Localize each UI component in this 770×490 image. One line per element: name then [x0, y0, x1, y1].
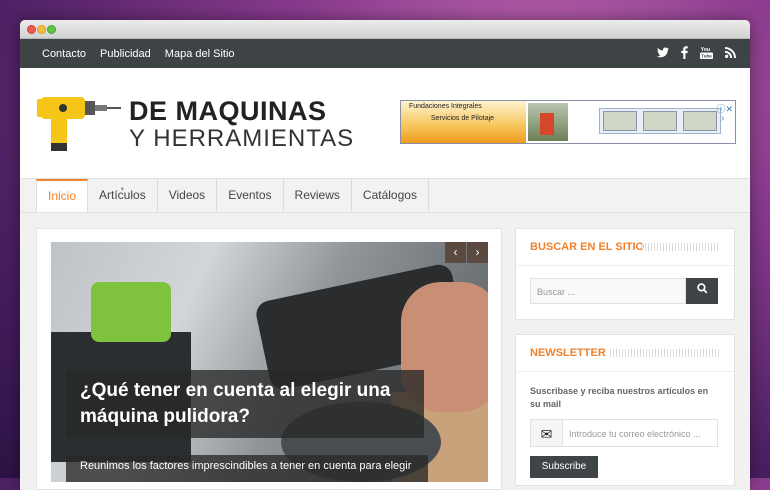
contacto-link[interactable]: Contacto [42, 48, 86, 60]
slide-image-part [91, 282, 171, 342]
search-input[interactable]: Buscar ... [530, 278, 686, 304]
nav-item-articulos[interactable]: Artículos ▼ [88, 179, 158, 212]
slider-controls: ‹ › [445, 242, 488, 263]
slider-prev-button[interactable]: ‹ [445, 242, 466, 263]
newsletter-form: ✉ Introduce tu correo electrónico ... [530, 419, 718, 447]
nav-item-reviews[interactable]: Reviews [284, 179, 352, 212]
window-chrome [20, 20, 750, 39]
widget-header: BUSCAR EN EL SITIO [516, 229, 734, 266]
search-button[interactable] [686, 278, 718, 304]
sitemap-link[interactable]: Mapa del Sitio [165, 48, 235, 60]
ad-thumbnail[interactable] [643, 111, 677, 131]
maximize-window-button[interactable] [47, 25, 56, 34]
browser-window: Contacto Publicidad Mapa del Sitio You Tu… [20, 20, 750, 490]
newsletter-text: Suscribase y reciba nuestros artículos e… [530, 386, 709, 409]
site-header: DE MAQUINAS Y HERRAMIENTAS Fundaciones I… [20, 68, 750, 178]
search-widget: BUSCAR EN EL SITIO Buscar ... [515, 228, 735, 320]
search-icon [696, 283, 707, 294]
ad-background: Fundaciones Integrales Servicios de Pilo… [401, 101, 526, 143]
ad-close-icon[interactable]: ⓘ✕ [716, 102, 733, 115]
close-window-button[interactable] [27, 25, 36, 34]
ad-banner[interactable]: Fundaciones Integrales Servicios de Pilo… [400, 100, 736, 144]
chevron-down-icon: ▼ [119, 187, 126, 193]
ad-thumbnail[interactable] [603, 111, 637, 131]
ad-line1: Fundaciones Integrales [409, 103, 482, 110]
featured-card: ‹ › ¿Qué tener en cuenta al elegir una m… [36, 228, 502, 490]
featured-slider[interactable]: ‹ › ¿Qué tener en cuenta al elegir una m… [51, 242, 488, 482]
ad-line2: Servicios de Pilotaje [431, 115, 495, 122]
widget-title: NEWSLETTER [530, 347, 606, 359]
search-form: Buscar ... [530, 278, 718, 304]
top-bar: Contacto Publicidad Mapa del Sitio You Tu… [20, 39, 750, 68]
page-content: ‹ › ¿Qué tener en cuenta al elegir una m… [20, 213, 750, 490]
email-field[interactable]: Introduce tu correo electrónico ... [563, 419, 718, 447]
widget-title-decoration [610, 349, 720, 357]
nav-item-eventos[interactable]: Eventos [217, 179, 284, 212]
widget-title: BUSCAR EN EL SITIO [530, 241, 645, 253]
drill-logo-icon [37, 97, 121, 151]
twitter-icon[interactable] [657, 47, 669, 60]
envelope-icon: ✉ [530, 419, 563, 447]
ad-image [528, 103, 568, 141]
top-nav: Contacto Publicidad Mapa del Sitio [42, 48, 235, 60]
rss-icon[interactable] [725, 47, 736, 60]
slide-title[interactable]: ¿Qué tener en cuenta al elegir una máqui… [66, 370, 424, 438]
subscribe-button[interactable]: Subscribe [530, 456, 598, 478]
ad-thumbnail[interactable] [683, 111, 717, 131]
widget-header: NEWSLETTER [516, 335, 734, 372]
site-logo[interactable]: DE MAQUINAS Y HERRAMIENTAS [37, 95, 354, 153]
ad-thumbnail-strip [599, 108, 721, 134]
facebook-icon[interactable] [681, 46, 688, 61]
publicidad-link[interactable]: Publicidad [100, 48, 151, 60]
social-icons: You Tube [657, 46, 736, 61]
svg-text:You: You [701, 47, 710, 53]
newsletter-widget: NEWSLETTER Suscribase y reciba nuestros … [515, 334, 735, 486]
main-nav: Inicio Artículos ▼ Videos Eventos Review… [20, 178, 750, 213]
nav-item-inicio[interactable]: Inicio [36, 179, 89, 212]
nav-item-videos[interactable]: Videos [158, 179, 218, 212]
slider-next-button[interactable]: › [467, 242, 488, 263]
svg-text:Tube: Tube [701, 54, 712, 59]
widget-title-decoration [642, 243, 720, 251]
logo-subtitle: Y HERRAMIENTAS [129, 125, 355, 152]
logo-title: DE MAQUINAS [129, 96, 327, 126]
youtube-icon[interactable]: You Tube [700, 46, 713, 61]
minimize-window-button[interactable] [37, 25, 46, 34]
nav-item-catalogos[interactable]: Catálogos [352, 179, 429, 212]
